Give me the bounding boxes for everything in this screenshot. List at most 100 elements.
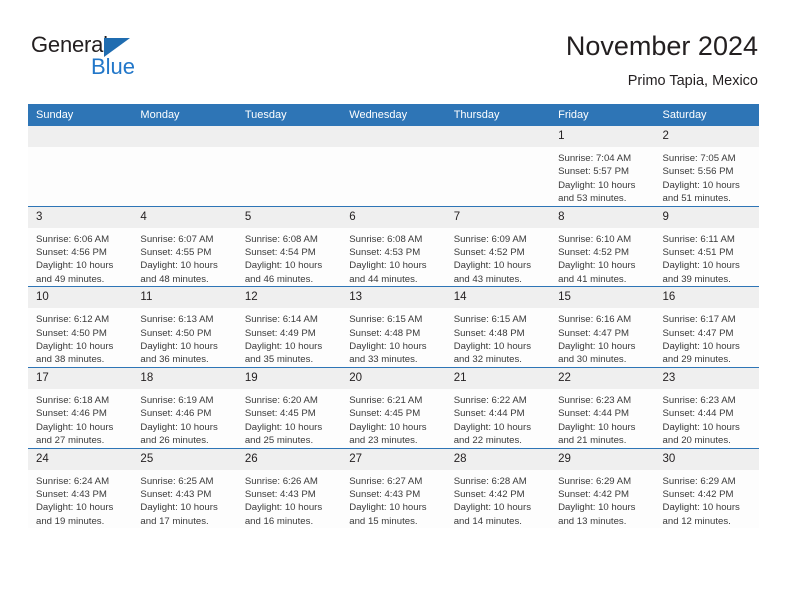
sunrise-text: Sunrise: 6:23 AM bbox=[558, 394, 632, 406]
day-number bbox=[132, 126, 237, 147]
calendar-day-cell[interactable]: 6 Sunrise: 6:08 AM Sunset: 4:53 PM Daylight… bbox=[341, 205, 446, 287]
calendar-day-cell[interactable]: 30 Sunrise: 6:29 AM Sunset: 4:42 PM Dayligh… bbox=[654, 447, 759, 529]
day-sun-info: Sunrise: 6:08 AM Sunset: 4:53 PM Daylight:… bbox=[341, 228, 445, 287]
sunset-text: Sunset: 4:52 PM bbox=[558, 247, 630, 259]
sunrise-text: Sunrise: 6:25 AM bbox=[140, 475, 214, 487]
daylight-text-line2: and 53 minutes. bbox=[558, 193, 627, 205]
day-number: 30 bbox=[654, 448, 759, 470]
daylight-text-line2: and 17 minutes. bbox=[140, 515, 209, 527]
calendar-day-cell[interactable]: 26 Sunrise: 6:26 AM Sunset: 4:43 PM Dayligh… bbox=[236, 447, 342, 529]
daylight-text-line2: and 22 minutes. bbox=[453, 435, 522, 447]
calendar-day-cell[interactable]: 1 Sunrise: 7:04 AM Sunset: 5:57 PM Daylight… bbox=[550, 126, 655, 207]
day-sun-info: Sunrise: 6:08 AM Sunset: 4:54 PM Daylight:… bbox=[237, 228, 341, 287]
sunset-text: Sunset: 4:47 PM bbox=[662, 327, 734, 339]
daylight-text-line1: Daylight: 10 hours bbox=[36, 260, 114, 272]
daylight-text-line2: and 33 minutes. bbox=[349, 354, 418, 366]
calendar-day-cell[interactable]: 21 Sunrise: 6:22 AM Sunset: 4:44 PM Dayligh… bbox=[445, 366, 551, 448]
calendar-day-cell[interactable]: 20 Sunrise: 6:21 AM Sunset: 4:45 PM Dayligh… bbox=[341, 366, 446, 448]
calendar-day-cell[interactable]: 15 Sunrise: 6:16 AM Sunset: 4:47 PM Dayligh… bbox=[550, 286, 655, 368]
daylight-text-line1: Daylight: 10 hours bbox=[140, 341, 218, 353]
sunrise-text: Sunrise: 6:19 AM bbox=[140, 394, 214, 406]
calendar-day-cell[interactable]: 10 Sunrise: 6:12 AM Sunset: 4:50 PM Dayligh… bbox=[28, 286, 133, 368]
calendar-day-cell[interactable]: 25 Sunrise: 6:25 AM Sunset: 4:43 PM Dayligh… bbox=[132, 447, 237, 529]
day-sun-info: Sunrise: 6:23 AM Sunset: 4:44 PM Daylight:… bbox=[655, 389, 759, 448]
daylight-text-line2: and 48 minutes. bbox=[140, 273, 209, 285]
sunrise-text: Sunrise: 6:29 AM bbox=[558, 475, 632, 487]
daylight-text-line2: and 30 minutes. bbox=[558, 354, 627, 366]
daylight-text-line2: and 49 minutes. bbox=[36, 273, 105, 285]
sunset-text: Sunset: 4:45 PM bbox=[244, 408, 316, 420]
day-sun-info: Sunrise: 6:20 AM Sunset: 4:45 PM Daylight:… bbox=[237, 389, 341, 448]
day-number: 4 bbox=[132, 206, 237, 228]
calendar-day-cell[interactable]: 19 Sunrise: 6:20 AM Sunset: 4:45 PM Dayligh… bbox=[236, 366, 342, 448]
calendar-day-cell[interactable]: 7 Sunrise: 6:09 AM Sunset: 4:52 PM Daylight… bbox=[445, 205, 551, 287]
day-number: 2 bbox=[654, 126, 759, 147]
calendar-day-cell[interactable]: 13 Sunrise: 6:15 AM Sunset: 4:48 PM Dayligh… bbox=[341, 286, 446, 368]
day-number: 26 bbox=[236, 448, 342, 470]
daylight-text-line2: and 12 minutes. bbox=[662, 515, 731, 527]
calendar-day-cell[interactable]: 24 Sunrise: 6:24 AM Sunset: 4:43 PM Dayligh… bbox=[28, 447, 133, 529]
calendar-day-cell[interactable]: 8 Sunrise: 6:10 AM Sunset: 4:52 PM Daylight… bbox=[550, 205, 655, 287]
day-number bbox=[445, 126, 551, 147]
day-sun-info: Sunrise: 6:06 AM Sunset: 4:56 PM Daylight:… bbox=[28, 228, 132, 287]
daylight-text-line2: and 19 minutes. bbox=[36, 515, 105, 527]
day-sun-info: Sunrise: 6:15 AM Sunset: 4:48 PM Daylight:… bbox=[446, 308, 550, 367]
day-sun-info: Sunrise: 6:11 AM Sunset: 4:51 PM Daylight:… bbox=[655, 228, 759, 287]
calendar-day-cell[interactable]: 5 Sunrise: 6:08 AM Sunset: 4:54 PM Daylight… bbox=[236, 205, 342, 287]
daylight-text-line1: Daylight: 10 hours bbox=[244, 260, 323, 272]
daylight-text-line2: and 15 minutes. bbox=[349, 515, 418, 527]
calendar-day-cell[interactable]: 18 Sunrise: 6:19 AM Sunset: 4:46 PM Dayligh… bbox=[132, 366, 237, 448]
sunrise-text: Sunrise: 6:29 AM bbox=[662, 475, 736, 487]
sunrise-text: Sunrise: 6:24 AM bbox=[36, 475, 110, 487]
page-header: General Blue November 2024 Primo Tapia, … bbox=[0, 0, 792, 104]
sunrise-text: Sunrise: 6:18 AM bbox=[36, 394, 110, 406]
general-blue-logo: General Blue bbox=[31, 33, 161, 81]
sunset-text: Sunset: 4:54 PM bbox=[244, 247, 316, 259]
sunset-text: Sunset: 4:47 PM bbox=[558, 327, 630, 339]
calendar-day-cell-empty bbox=[132, 126, 237, 207]
calendar-day-cell[interactable]: 22 Sunrise: 6:23 AM Sunset: 4:44 PM Dayligh… bbox=[550, 366, 655, 448]
sunset-text: Sunset: 4:46 PM bbox=[140, 408, 212, 420]
calendar-day-cell[interactable]: 29 Sunrise: 6:29 AM Sunset: 4:42 PM Dayligh… bbox=[550, 447, 655, 529]
calendar-day-cell[interactable]: 3 Sunrise: 6:06 AM Sunset: 4:56 PM Daylight… bbox=[28, 205, 133, 287]
sunrise-text: Sunrise: 7:05 AM bbox=[662, 153, 736, 164]
day-number: 1 bbox=[550, 126, 655, 147]
calendar-day-cell[interactable]: 14 Sunrise: 6:15 AM Sunset: 4:48 PM Dayligh… bbox=[445, 286, 551, 368]
sunset-text: Sunset: 4:56 PM bbox=[36, 247, 107, 259]
weekday-header-monday: Monday bbox=[132, 104, 237, 126]
calendar-day-cell[interactable]: 9 Sunrise: 6:11 AM Sunset: 4:51 PM Daylight… bbox=[654, 205, 759, 287]
daylight-text-line2: and 46 minutes. bbox=[244, 273, 314, 285]
daylight-text-line1: Daylight: 10 hours bbox=[662, 260, 740, 272]
daylight-text-line1: Daylight: 10 hours bbox=[453, 502, 532, 514]
sunrise-text: Sunrise: 6:08 AM bbox=[244, 233, 318, 245]
daylight-text-line1: Daylight: 10 hours bbox=[140, 260, 218, 272]
weekday-header-row: Sunday Monday Tuesday Wednesday Thursday… bbox=[28, 104, 759, 126]
day-sun-info: Sunrise: 6:22 AM Sunset: 4:44 PM Daylight:… bbox=[446, 389, 550, 448]
daylight-text-line2: and 14 minutes. bbox=[453, 515, 522, 527]
calendar-day-cell[interactable]: 4 Sunrise: 6:07 AM Sunset: 4:55 PM Daylight… bbox=[132, 205, 237, 287]
calendar-day-cell[interactable]: 12 Sunrise: 6:14 AM Sunset: 4:49 PM Dayligh… bbox=[236, 286, 342, 368]
calendar-day-cell[interactable]: 16 Sunrise: 6:17 AM Sunset: 4:47 PM Dayligh… bbox=[654, 286, 759, 368]
calendar-week-row: 24 Sunrise: 6:24 AM Sunset: 4:43 PM Dayligh… bbox=[28, 447, 759, 529]
calendar-day-cell[interactable]: 2 Sunrise: 7:05 AM Sunset: 5:56 PM Daylight… bbox=[654, 126, 759, 207]
calendar-day-cell[interactable]: 23 Sunrise: 6:23 AM Sunset: 4:44 PM Dayligh… bbox=[654, 366, 759, 448]
daylight-text-line1: Daylight: 10 hours bbox=[558, 260, 636, 272]
calendar-day-cell[interactable]: 27 Sunrise: 6:27 AM Sunset: 4:43 PM Dayligh… bbox=[341, 447, 446, 529]
day-number: 5 bbox=[236, 206, 342, 228]
sunset-text: Sunset: 4:44 PM bbox=[453, 408, 525, 420]
day-number bbox=[236, 126, 342, 147]
calendar-day-cell-empty bbox=[236, 126, 342, 207]
calendar-day-cell[interactable]: 17 Sunrise: 6:18 AM Sunset: 4:46 PM Dayligh… bbox=[28, 366, 133, 448]
calendar-table: Sunday Monday Tuesday Wednesday Thursday… bbox=[28, 104, 759, 529]
calendar-week-row: 17 Sunrise: 6:18 AM Sunset: 4:46 PM Dayligh… bbox=[28, 366, 759, 448]
day-number: 22 bbox=[550, 367, 655, 389]
weekday-header-thursday: Thursday bbox=[445, 104, 551, 126]
calendar-day-cell[interactable]: 28 Sunrise: 6:28 AM Sunset: 4:42 PM Dayligh… bbox=[445, 447, 551, 529]
sunrise-text: Sunrise: 6:14 AM bbox=[244, 314, 318, 326]
daylight-text-line1: Daylight: 10 hours bbox=[349, 502, 427, 514]
daylight-text-line1: Daylight: 10 hours bbox=[558, 179, 636, 191]
calendar-day-cell[interactable]: 11 Sunrise: 6:13 AM Sunset: 4:50 PM Dayligh… bbox=[132, 286, 237, 368]
day-sun-info: Sunrise: 6:09 AM Sunset: 4:52 PM Daylight:… bbox=[446, 228, 550, 287]
day-sun-info: Sunrise: 6:19 AM Sunset: 4:46 PM Daylight:… bbox=[132, 389, 236, 448]
daylight-text-line1: Daylight: 10 hours bbox=[558, 341, 636, 353]
